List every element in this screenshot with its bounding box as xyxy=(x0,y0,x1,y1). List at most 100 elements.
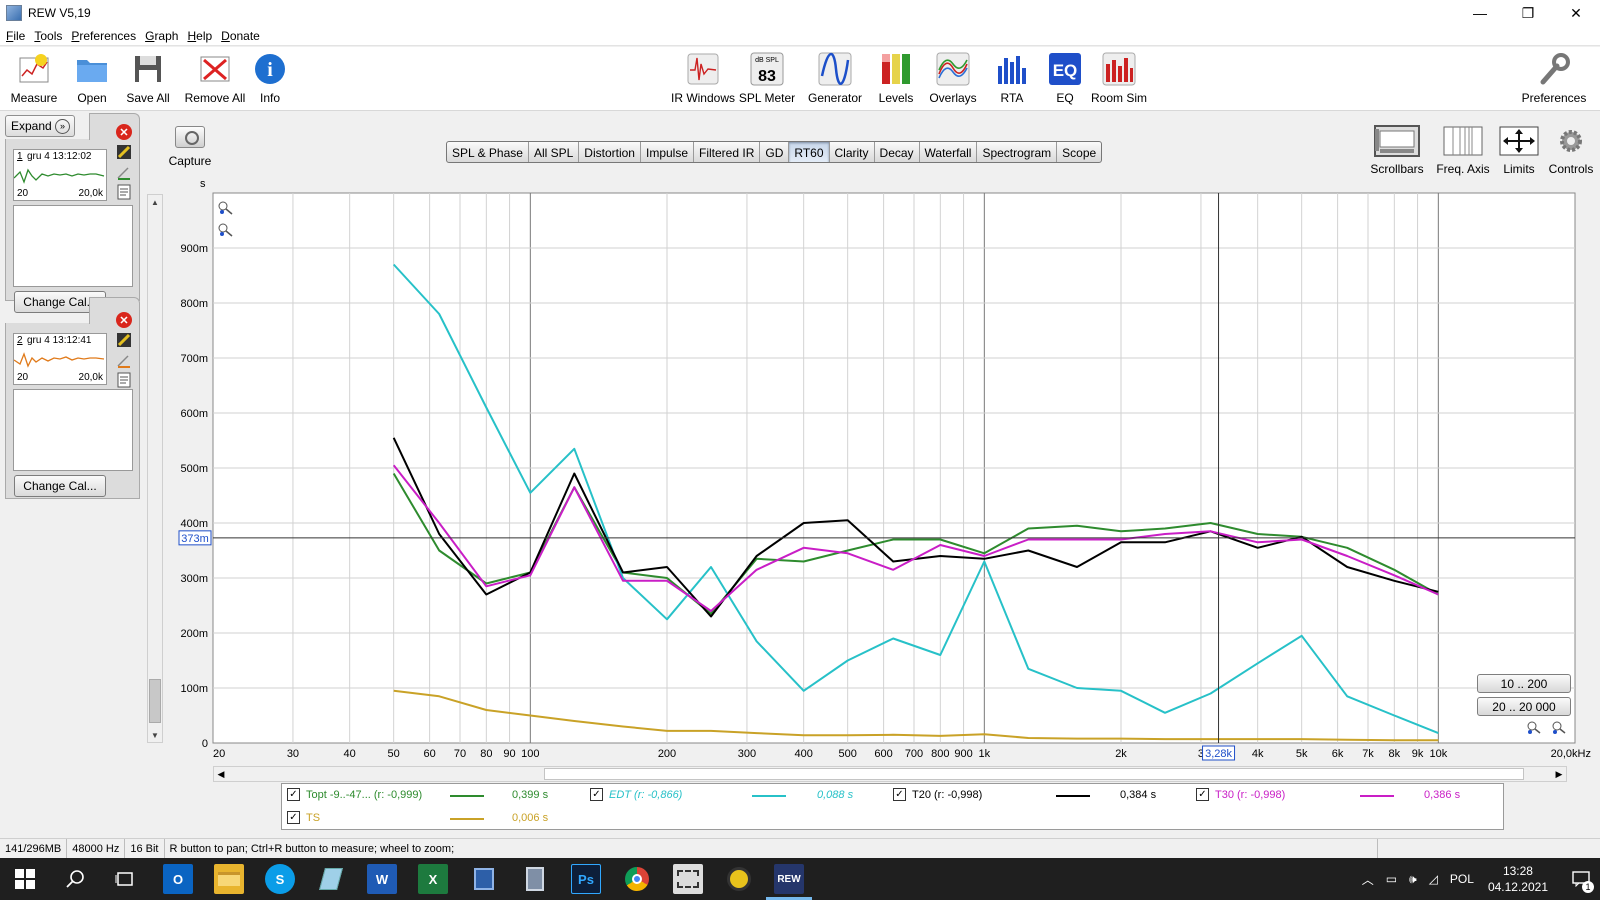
media-icon[interactable] xyxy=(673,864,703,894)
y-tick-label: 0 xyxy=(202,738,208,750)
x-tick-label: 800 xyxy=(931,748,949,760)
x-tick-label: 1k xyxy=(979,748,991,760)
x-tick-label: 2k xyxy=(1115,748,1127,760)
x-tick-label: 900 xyxy=(954,748,972,760)
legend-swatch-topt xyxy=(450,795,484,797)
x-tick-label: 300 xyxy=(738,748,756,760)
legend-name-ts: TS xyxy=(306,812,321,824)
x-tick-label: 400 xyxy=(794,748,812,760)
x-tick-label: 100 xyxy=(521,748,539,760)
outlook-icon[interactable]: O xyxy=(163,864,193,894)
legend-checkbox-t20[interactable]: ✓ xyxy=(893,788,906,801)
network-icon[interactable]: ◿ xyxy=(1429,872,1438,886)
legend-checkbox-topt[interactable]: ✓ xyxy=(287,788,300,801)
word-icon[interactable]: W xyxy=(367,864,397,894)
x-tick-label: 700 xyxy=(905,748,923,760)
x-tick-label: 50 xyxy=(388,748,400,760)
x-tick-label: 20,0kHz xyxy=(1551,748,1591,760)
x-tick-label: 500 xyxy=(838,748,856,760)
clock-time: 13:28 xyxy=(1502,864,1533,878)
cursor-x-readout: 3,28k xyxy=(1205,748,1232,760)
search-icon[interactable] xyxy=(60,864,90,894)
x-tick-labels: 20 30 40 50 60 70 80 90 100 200 300 400 500 600 700 800… xyxy=(213,748,1591,760)
x-tick-label: 60 xyxy=(423,748,435,760)
volume-icon[interactable]: 🕪 xyxy=(1409,872,1417,887)
y-unit-label: s xyxy=(200,178,206,190)
y-tick-label: 800m xyxy=(180,298,208,310)
status-bar: 141/296MB 48000 Hz 16 Bit R button to pa… xyxy=(0,838,1600,858)
legend-value-edt: 0,088 s xyxy=(817,789,854,801)
horizontal-scrollbar[interactable]: ◀ ▶ xyxy=(213,766,1567,782)
range-10-200-button[interactable]: 10 .. 200 xyxy=(1477,674,1571,693)
x-tick-label: 4k xyxy=(1252,748,1264,760)
legend-swatch-ts xyxy=(450,818,484,820)
battery-icon[interactable]: ▭ xyxy=(1386,872,1397,886)
y-tick-labels: 0 100m 200m 300m 400m 500m 600m 700m 800m 900m xyxy=(180,243,208,750)
skype-icon[interactable]: S xyxy=(265,864,295,894)
y-tick-label: 600m xyxy=(180,408,208,420)
range-20-20000-button[interactable]: 20 .. 20 000 xyxy=(1477,697,1571,716)
legend-value-ts: 0,006 s xyxy=(512,812,549,824)
system-tray: ︿ ▭ 🕪 ◿ POL 13:28 04.12.2021 1 xyxy=(1362,858,1600,900)
status-hint: R button to pan; Ctrl+R button to measur… xyxy=(165,839,1378,858)
x-tick-label: 20 xyxy=(213,748,225,760)
x-tick-label: 80 xyxy=(480,748,492,760)
x-tick-label: 6k xyxy=(1332,748,1344,760)
x-tick-label: 5k xyxy=(1296,748,1308,760)
legend: ✓ Topt -9..-47... (r: -0,999) 0,399 s ✓ … xyxy=(281,783,1504,830)
save-icon[interactable] xyxy=(469,864,499,894)
legend-swatch-t30 xyxy=(1360,795,1394,797)
bit-depth: 16 Bit xyxy=(125,839,165,858)
y-tick-label: 900m xyxy=(180,243,208,255)
legend-value-t20: 0,384 s xyxy=(1120,789,1157,801)
app-icon[interactable] xyxy=(316,864,346,894)
x-tick-label: 90 xyxy=(503,748,515,760)
sample-rate: 48000 Hz xyxy=(67,839,126,858)
legend-name-edt: EDT (r: -0,866) xyxy=(609,789,683,801)
legend-swatch-t20 xyxy=(1056,795,1090,797)
y-tick-label: 300m xyxy=(180,573,208,585)
x-tick-label: 200 xyxy=(658,748,676,760)
x-tick-label: 9k xyxy=(1412,748,1424,760)
scroll-right-arrow[interactable]: ▶ xyxy=(1552,767,1566,781)
y-tick-label: 700m xyxy=(180,353,208,365)
clock-date: 04.12.2021 xyxy=(1487,880,1548,894)
x-tick-label: 7k xyxy=(1362,748,1374,760)
photoshop-icon[interactable]: Ps xyxy=(571,864,601,894)
chrome-icon[interactable] xyxy=(622,864,652,894)
rt60-chart[interactable]: s 20 30 40 50 60 70 80 90 100 200 300 400 500 600 700 8… xyxy=(0,0,1600,860)
scroll-thumb[interactable] xyxy=(544,768,1524,780)
y-tick-label: 100m xyxy=(180,683,208,695)
legend-checkbox-ts[interactable]: ✓ xyxy=(287,811,300,824)
scroll-left-arrow[interactable]: ◀ xyxy=(214,767,228,781)
calculator-icon[interactable] xyxy=(520,864,550,894)
x-tick-label: 10k xyxy=(1429,748,1447,760)
x-tick-label: 40 xyxy=(344,748,356,760)
app-icon[interactable] xyxy=(724,864,754,894)
legend-checkbox-edt[interactable]: ✓ xyxy=(590,788,603,801)
legend-swatch-edt xyxy=(752,795,786,797)
cursor-y-readout: 373m xyxy=(181,533,209,545)
tray-chevron-icon[interactable]: ︿ xyxy=(1362,871,1374,888)
y-tick-label: 500m xyxy=(180,463,208,475)
x-tick-label: 8k xyxy=(1389,748,1401,760)
x-tick-label: 70 xyxy=(454,748,466,760)
windows-icon[interactable] xyxy=(10,864,40,894)
task-view-icon[interactable] xyxy=(110,864,140,894)
notification-button[interactable]: 1 xyxy=(1562,864,1600,894)
legend-value-topt: 0,399 s xyxy=(512,789,549,801)
file-explorer-icon[interactable] xyxy=(214,864,244,894)
memory-usage: 141/296MB xyxy=(0,839,68,858)
legend-name-t30: T30 (r: -0,998) xyxy=(1215,789,1286,801)
notification-count: 1 xyxy=(1582,881,1594,893)
rew-icon[interactable]: REW xyxy=(766,864,812,900)
y-tick-label: 200m xyxy=(180,628,208,640)
clock[interactable]: 13:28 04.12.2021 xyxy=(1488,863,1548,895)
legend-checkbox-t30[interactable]: ✓ xyxy=(1196,788,1209,801)
language-indicator[interactable]: POL xyxy=(1450,872,1474,886)
excel-icon[interactable]: X xyxy=(418,864,448,894)
legend-name-topt: Topt -9..-47... (r: -0,999) xyxy=(306,789,423,801)
legend-name-t20: T20 (r: -0,998) xyxy=(912,789,983,801)
x-tick-label: 600 xyxy=(874,748,892,760)
legend-value-t30: 0,386 s xyxy=(1424,789,1461,801)
